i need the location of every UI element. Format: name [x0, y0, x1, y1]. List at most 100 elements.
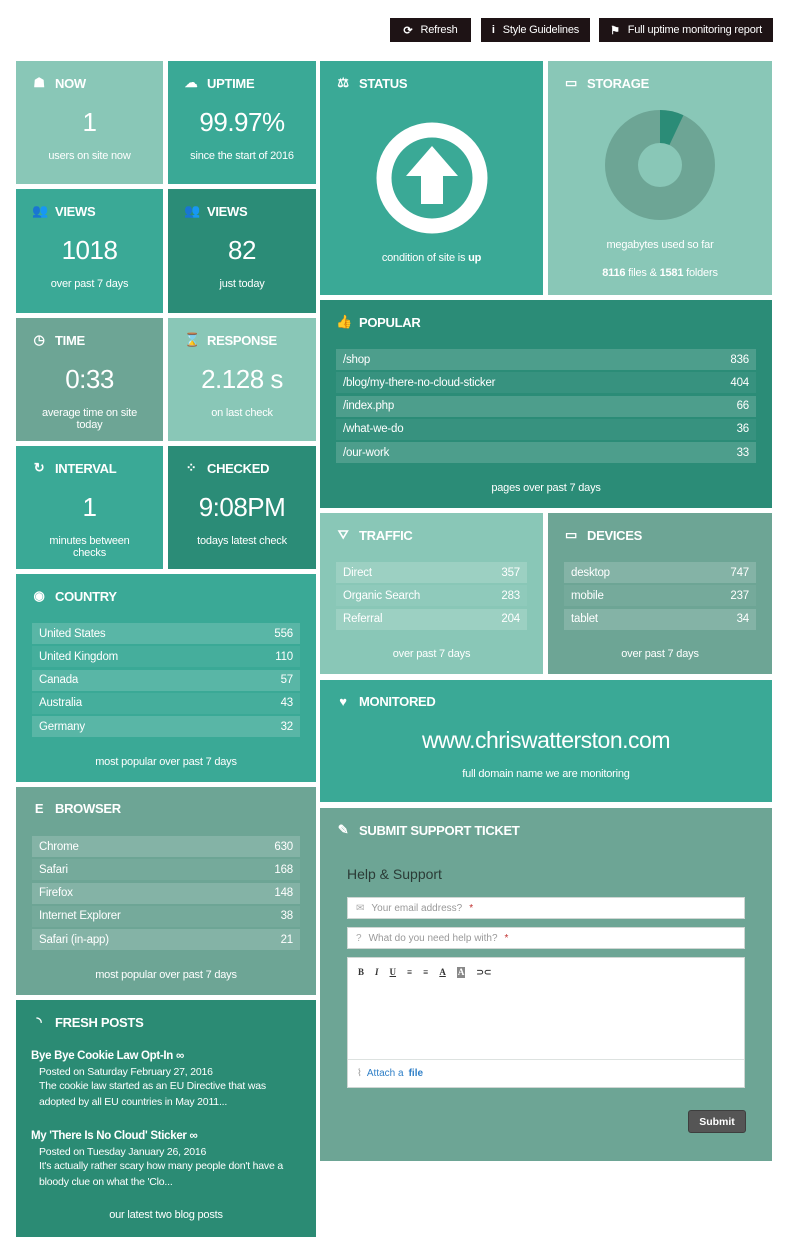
status-state: up: [468, 252, 482, 264]
storage-donut-chart: [605, 110, 715, 220]
list-item[interactable]: Canada 57: [32, 669, 300, 691]
uptime-report-button[interactable]: ⚑ Full uptime monitoring report: [599, 18, 773, 42]
bold-icon[interactable]: B: [358, 967, 364, 978]
support-title: SUBMIT SUPPORT TICKET: [359, 822, 520, 838]
support-tile: ✎ SUBMIT SUPPORT TICKET Help & Support ✉ …: [320, 808, 772, 1161]
now-value: 1: [82, 107, 97, 137]
attach-file-link[interactable]: file: [409, 1068, 423, 1079]
response-tile: ⌛ RESPONSE 2.128 s on last check: [168, 318, 316, 441]
cloud-upload-icon: ☁: [184, 75, 198, 90]
list-item[interactable]: Referral 204: [336, 608, 527, 630]
time-tile: ◷ TIME 0:33 average time on site today: [16, 318, 163, 441]
background-color-icon[interactable]: A: [456, 967, 466, 978]
posts-tile: ◝ FRESH POSTS Bye Bye Cookie Law Opt-In ∞…: [16, 1000, 316, 1237]
refresh-button[interactable]: ⟳ Refresh: [390, 18, 471, 42]
now-title: NOW: [55, 75, 86, 91]
interval-sub: minutes between checks: [49, 535, 130, 559]
list-item[interactable]: Internet Explorer 38: [32, 905, 300, 927]
list-item[interactable]: Germany 32: [32, 716, 300, 738]
style-guidelines-label: Style Guidelines: [502, 24, 580, 36]
list-item[interactable]: Direct 357: [336, 562, 527, 583]
hourglass-icon: ⌛: [184, 332, 200, 347]
views-today-sub: just today: [219, 278, 265, 290]
style-guidelines-button[interactable]: i Style Guidelines: [481, 18, 590, 42]
spinner-icon: ⁘: [185, 460, 197, 475]
balance-scale-icon: ⚖: [337, 75, 349, 90]
list-item[interactable]: /shop 836: [336, 349, 756, 370]
list-item[interactable]: Australia 43: [32, 692, 300, 714]
message-editor[interactable]: B I U ≡ ≡ A A ⊃⊂ ⌇ Attach a file: [347, 957, 745, 1088]
views-week-title: VIEWS: [55, 203, 96, 219]
time-sub: average time on site today: [41, 407, 138, 431]
list-item[interactable]: Organic Search 283: [336, 585, 527, 607]
email-field[interactable]: ✉ Your email address? *: [347, 897, 745, 919]
checked-title: CHECKED: [207, 460, 270, 476]
list-item[interactable]: /what-we-do 36: [336, 418, 756, 440]
monitored-domain[interactable]: www.chriswatterston.com: [336, 727, 756, 754]
now-tile: ☗ NOW 1 users on site now: [16, 61, 163, 184]
text-color-icon[interactable]: A: [439, 967, 446, 978]
italic-icon[interactable]: I: [375, 967, 379, 978]
numbered-list-icon[interactable]: ≡: [423, 967, 428, 978]
status-title: STATUS: [359, 75, 408, 91]
bullet-list-icon[interactable]: ≡: [407, 967, 412, 978]
underline-icon[interactable]: U: [390, 967, 397, 978]
post-title[interactable]: Bye Bye Cookie Law Opt-In ∞: [31, 1050, 304, 1062]
flag-icon: ⚑: [610, 24, 620, 37]
now-sub: users on site now: [48, 150, 131, 162]
link-icon[interactable]: ⊃⊂: [476, 967, 491, 978]
list-item[interactable]: /blog/my-there-no-cloud-sticker 404: [336, 372, 756, 394]
storage-counts: 8116 files & 1581 folders: [602, 267, 718, 279]
time-title: TIME: [55, 332, 85, 348]
list-item[interactable]: /index.php 66: [336, 395, 756, 417]
list-item[interactable]: /our-work 33: [336, 442, 756, 464]
attach-file[interactable]: ⌇ Attach a file: [348, 1059, 744, 1087]
popular-sub: pages over past 7 days: [491, 482, 601, 494]
interval-title: INTERVAL: [55, 460, 117, 476]
submit-button[interactable]: Submit: [688, 1110, 746, 1133]
country-list: United States 556 United Kingdom 110 Canad…: [32, 623, 300, 739]
list-item[interactable]: Firefox 148: [32, 882, 300, 904]
laptop-icon: ▭: [565, 527, 577, 542]
interval-tile: ↻ INTERVAL 1 minutes between checks: [16, 446, 163, 569]
response-value: 2.128 s: [201, 364, 283, 394]
country-tile: ◉ COUNTRY United States 556 United Kingdom…: [16, 574, 316, 782]
list-item[interactable]: Safari (in-app) 21: [32, 929, 300, 951]
post-title[interactable]: My 'There Is No Cloud' Sticker ∞: [31, 1130, 304, 1142]
help-field[interactable]: ? What do you need help with? *: [347, 927, 745, 949]
monitored-title: MONITORED: [359, 694, 436, 709]
popular-list: /shop 836 /blog/my-there-no-cloud-sticker…: [336, 349, 756, 465]
checked-sub: todays latest check: [197, 535, 287, 547]
list-item[interactable]: desktop 747: [564, 562, 756, 583]
uptime-report-label: Full uptime monitoring report: [627, 24, 762, 36]
list-item[interactable]: United States 556: [32, 623, 300, 644]
hard-drive-icon: ▭: [565, 75, 577, 90]
post-item: Bye Bye Cookie Law Opt-In ∞ Posted on Sa…: [31, 1050, 304, 1110]
info-icon: i: [491, 24, 495, 36]
uptime-sub: since the start of 2016: [190, 150, 294, 162]
list-item[interactable]: Chrome 630: [32, 836, 300, 857]
posts-sub: our latest two blog posts: [109, 1209, 223, 1221]
time-value: 0:33: [65, 364, 114, 394]
list-item[interactable]: mobile 237: [564, 585, 756, 607]
envelope-icon: ✉: [356, 902, 365, 914]
views-today-value: 82: [228, 235, 256, 265]
editor-toolbar: B I U ≡ ≡ A A ⊃⊂: [358, 967, 491, 978]
list-item[interactable]: tablet 34: [564, 608, 756, 630]
list-item[interactable]: United Kingdom 110: [32, 646, 300, 668]
popular-tile: 👍 POPULAR /shop 836 /blog/my-there-no-clou…: [320, 300, 772, 508]
link-icon: ∞: [189, 1130, 198, 1142]
browser-sub: most popular over past 7 days: [95, 969, 237, 981]
storage-donut-hole: [638, 143, 682, 187]
checked-value: 9:08PM: [198, 492, 286, 522]
post-excerpt: It's actually rather scary how many peop…: [39, 1160, 283, 1188]
users-icon: 👥: [32, 203, 48, 218]
views-week-tile: 👥 VIEWS 1018 over past 7 days: [16, 189, 163, 313]
list-item[interactable]: Safari 168: [32, 859, 300, 881]
ticket-icon: ✎: [337, 822, 349, 837]
refresh-label: Refresh: [420, 24, 458, 36]
clock-icon: ◷: [33, 332, 45, 347]
post-excerpt: The cookie law started as an EU Directiv…: [39, 1080, 266, 1108]
storage-title: STORAGE: [587, 75, 649, 91]
devices-list: desktop 747 mobile 237 tablet 34: [564, 562, 756, 632]
